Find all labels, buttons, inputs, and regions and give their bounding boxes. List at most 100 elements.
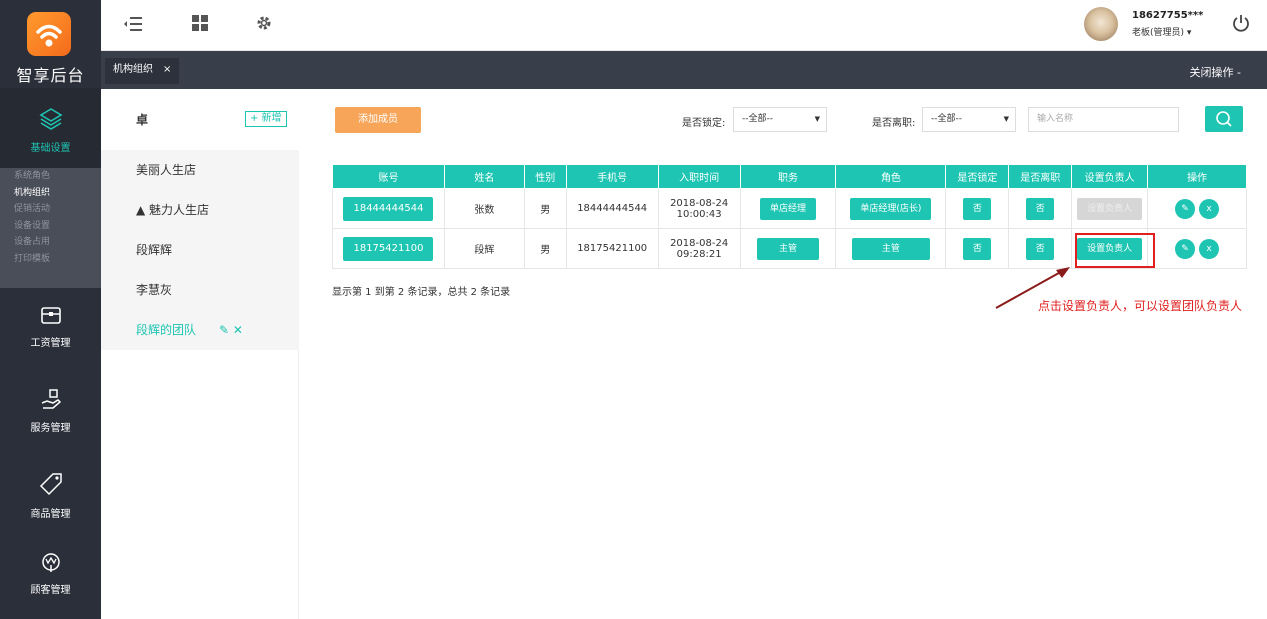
resigned-filter-value: --全部-- [931,114,962,124]
position-button[interactable]: 单店经理 [760,197,817,220]
tab-close-icon[interactable]: × [163,64,171,75]
pagination-info: 显示第 1 到第 2 条记录，总共 2 条记录 [332,287,511,298]
logo [27,12,71,56]
edit-icon[interactable]: ✎ [1175,198,1196,219]
submenu-promotions[interactable]: 促销活动 [0,201,101,218]
col-account: 账号 [332,164,445,189]
nav-products[interactable]: 商品管理 [0,470,101,520]
gear-icon[interactable] [252,13,276,37]
locked-toggle[interactable]: 否 [963,197,992,220]
tree-item[interactable]: 美丽人生店 [101,150,299,190]
resigned-toggle[interactable]: 否 [1026,197,1055,220]
nav-service[interactable]: 服务管理 [0,388,101,434]
account-button[interactable]: 18175421100 [343,236,434,261]
user-id[interactable]: 18627755*** [1132,10,1203,21]
locked-filter-value: --全部-- [742,114,773,124]
col-phone: 手机号 [565,164,659,189]
edit-icon[interactable]: ✎ [1175,238,1196,259]
set-manager-highlight-box [1075,233,1155,268]
tree-item[interactable]: 李慧灰 [101,270,299,310]
add-node-button[interactable]: + 新增 [245,111,287,127]
search-button[interactable] [1205,106,1243,132]
cell-name: 张数 [443,188,525,229]
tree-title: 卓 [136,113,149,127]
col-join-time: 入职时间 [657,164,741,189]
delete-icon[interactable]: x [1199,198,1220,219]
tab-org[interactable]: 机构组织 × [105,58,180,84]
logo-text: 智享后台 [16,66,85,85]
wifi-logo-icon [36,24,62,47]
nav-customers[interactable]: 顾客管理 [0,550,101,596]
col-set-manager: 设置负责人 [1071,164,1149,189]
collapse-menu-icon[interactable] [121,13,145,37]
role-button[interactable]: 主管 [851,237,930,260]
submenu-print-templates[interactable]: 打印模板 [0,251,101,268]
edit-delete-icons[interactable]: ✎ ✕ [219,310,243,350]
col-actions: 操作 [1147,164,1247,189]
tree-item[interactable]: ▲ 魅力人生店 [101,190,299,230]
cell-locked: 否 [945,228,1010,269]
submenu-system-roles[interactable]: 系统角色 [0,168,101,185]
join-date: 2018-08-24 [670,197,729,209]
nav-basic-settings[interactable]: 基础设置 [0,88,101,168]
locked-toggle[interactable]: 否 [963,237,992,260]
account-button[interactable]: 18444444544 [343,196,434,221]
submenu-org[interactable]: 机构组织 [0,185,101,202]
cell-account: 18444444544 [332,188,445,229]
nav-basic-settings-label: 基础设置 [30,143,71,154]
tree-item-team[interactable]: 段辉的团队 ✎ ✕ [101,310,299,350]
sidebar: 智享后台 基础设置 系统角色 机构组织 促销活动 设备设置 设备占用 打印模板 … [0,0,101,619]
table-row: 18444444544 张数 男 18444444544 2018-08-24 1… [332,188,1247,229]
avatar[interactable] [1084,7,1118,41]
user-role-dropdown[interactable]: 老板(管理员) ▾ [1132,25,1191,38]
layers-icon [38,108,63,130]
nav-salary[interactable]: 工资管理 [0,303,101,349]
table-header-row: 账号 姓名 性别 手机号 入职时间 职务 角色 是否锁定 是否离职 设置负责人 … [332,164,1247,189]
role-button[interactable]: 单店经理(店长) [850,197,932,220]
hand-service-icon [41,389,61,409]
cell-join-time: 2018-08-24 10:00:43 [657,188,741,229]
add-member-button[interactable]: 添加成员 [335,107,421,133]
delete-icon[interactable]: x [1199,238,1220,259]
nav-customers-label: 顾客管理 [30,585,71,596]
cell-role: 单店经理(店长) [835,188,947,229]
nav-service-label: 服务管理 [30,423,71,434]
join-clock: 10:00:43 [676,208,722,220]
position-button[interactable]: 主管 [757,237,820,260]
power-icon[interactable] [1229,13,1253,37]
col-position: 职务 [739,164,837,189]
cell-gender: 男 [523,228,567,269]
search-icon [1216,111,1232,127]
sale-tag-icon [39,473,62,496]
cell-resigned: 否 [1008,188,1073,229]
name-search-input[interactable]: 输入名称 [1028,107,1179,132]
cell-phone: 18175421100 [565,228,659,269]
locked-filter-label: 是否锁定: [682,118,726,129]
cell-actions: ✎ x [1147,228,1247,269]
tree-item-team-label: 段辉的团队 [136,323,197,337]
col-gender: 性别 [523,164,567,189]
submenu-device-usage[interactable]: 设备占用 [0,234,101,251]
resigned-filter-select[interactable]: --全部-- ▼ [922,107,1016,132]
tree-header: 卓 + 新增 [101,89,299,150]
cell-name: 段辉 [443,228,525,269]
cell-actions: ✎ x [1147,188,1247,229]
submenu-device-settings[interactable]: 设备设置 [0,218,101,235]
crown-icon [41,553,60,572]
resigned-toggle[interactable]: 否 [1026,237,1055,260]
cell-resigned: 否 [1008,228,1073,269]
tab-org-label: 机构组织 [113,64,153,75]
submenu: 系统角色 机构组织 促销活动 设备设置 设备占用 打印模板 [0,168,101,288]
nav-products-label: 商品管理 [30,509,71,520]
cell-phone: 18444444544 [565,188,659,229]
cell-position: 主管 [739,228,837,269]
tree-item[interactable]: 段辉辉 [101,230,299,270]
join-date: 2018-08-24 [670,237,729,249]
col-locked: 是否锁定 [945,164,1010,189]
close-operations-dropdown[interactable]: 关闭操作 - [1190,64,1241,80]
locked-filter-select[interactable]: --全部-- ▼ [733,107,827,132]
nav-salary-label: 工资管理 [30,338,71,349]
grid-icon[interactable] [188,13,212,37]
caret-down-icon: ▼ [814,115,820,123]
col-role: 角色 [835,164,947,189]
